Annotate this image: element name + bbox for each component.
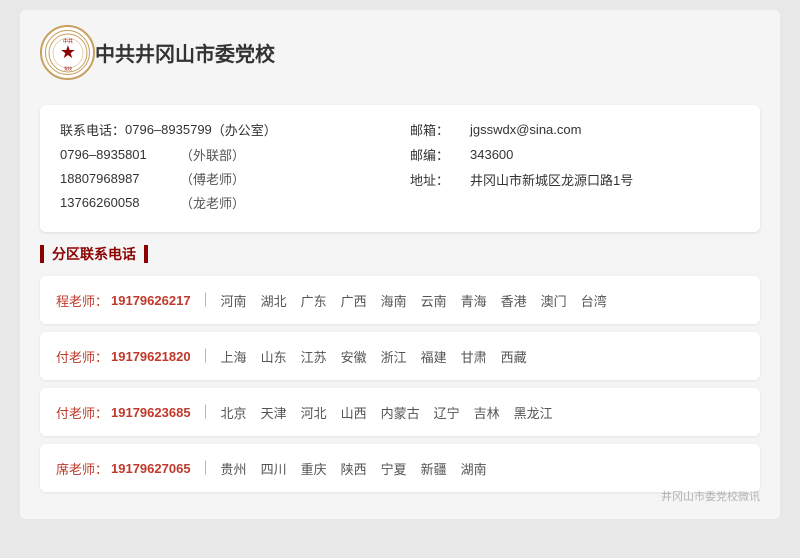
- watermark: 井冈山市委党校微讯: [661, 488, 760, 504]
- region-1-3: 安徽: [341, 347, 367, 366]
- email-row: 邮箱： jgsswdx@sina.com: [410, 120, 740, 139]
- region-2-1: 天津: [261, 403, 287, 422]
- teacher-phone-1: 19179621820: [111, 349, 191, 364]
- phone-0-number: 0796–8935799: [125, 122, 212, 137]
- region-1-7: 西藏: [501, 347, 527, 366]
- region-2-0: 北京: [221, 403, 247, 422]
- postcode-value: 343600: [470, 147, 513, 162]
- regions-0: 河南湖北广东广西海南云南青海香港澳门台湾: [221, 291, 607, 310]
- phone-1-number: 0796–8935801: [60, 147, 180, 162]
- region-2-3: 山西: [341, 403, 367, 422]
- teacher-card-1: 付老师：19179621820 ｜ 上海山东江苏安徽浙江福建甘肃西藏: [40, 332, 760, 380]
- phone-1-row: 0796–8935801 （外联部）: [60, 145, 390, 164]
- teacher-cards-container: 程老师：19179626217 ｜ 河南湖北广东广西海南云南青海香港澳门台湾付老师：…: [40, 276, 760, 492]
- phone-3-row: 13766260058 （龙老师）: [60, 193, 390, 212]
- phone-2-number: 18807968987: [60, 171, 180, 186]
- section-divider: 分区联系电话: [40, 244, 760, 264]
- phones-main-row: 联系电话： 0796–8935799 （办公室）: [60, 120, 390, 139]
- teacher-name-3: 席老师：: [56, 459, 108, 478]
- svg-text:党校: 党校: [64, 65, 72, 71]
- divider-bar-left: [40, 245, 44, 263]
- region-0-5: 云南: [421, 291, 447, 310]
- postcode-label: 邮编：: [410, 145, 470, 164]
- region-3-4: 宁夏: [381, 459, 407, 478]
- region-2-2: 河北: [301, 403, 327, 422]
- region-3-2: 重庆: [301, 459, 327, 478]
- region-3-5: 新疆: [421, 459, 447, 478]
- region-0-7: 香港: [501, 291, 527, 310]
- bottom-spacer: 井冈山市委党校微讯: [40, 500, 760, 504]
- region-2-6: 吉林: [474, 403, 500, 422]
- main-container: ★ 中共 党校 中共井冈山市委党校 联系电话： 0796–8935799 （办公…: [20, 10, 780, 519]
- region-2-7: 黑龙江: [514, 403, 553, 422]
- region-0-6: 青海: [461, 291, 487, 310]
- regions-2: 北京天津河北山西内蒙古辽宁吉林黑龙江: [221, 403, 553, 422]
- teacher-phone-0: 19179626217: [111, 293, 191, 308]
- teacher-name-0: 程老师：: [56, 291, 108, 310]
- teacher-name-1: 付老师：: [56, 347, 108, 366]
- teacher-phone-3: 19179627065: [111, 461, 191, 476]
- region-1-4: 浙江: [381, 347, 407, 366]
- teacher-card-2: 付老师：19179623685 ｜ 北京天津河北山西内蒙古辽宁吉林黑龙江: [40, 388, 760, 436]
- email-value: jgsswdx@sina.com: [470, 122, 581, 137]
- region-3-6: 湖南: [461, 459, 487, 478]
- region-1-6: 甘肃: [461, 347, 487, 366]
- phone-0-note: （办公室）: [212, 120, 277, 139]
- address-label: 地址：: [410, 170, 470, 189]
- region-1-5: 福建: [421, 347, 447, 366]
- info-right: 邮箱： jgsswdx@sina.com 邮编： 343600 地址： 井冈山市…: [410, 120, 740, 217]
- region-3-3: 陕西: [341, 459, 367, 478]
- phone-3-note: （龙老师）: [180, 193, 245, 212]
- logo: ★ 中共 党校: [40, 25, 95, 80]
- region-2-5: 辽宁: [434, 403, 460, 422]
- separator-3: ｜: [199, 458, 213, 478]
- region-2-4: 内蒙古: [381, 403, 420, 422]
- region-0-4: 海南: [381, 291, 407, 310]
- region-0-9: 台湾: [581, 291, 607, 310]
- phone-2-row: 18807968987 （傅老师）: [60, 169, 390, 188]
- logo-emblem: ★ 中共 党校: [47, 32, 89, 74]
- separator-2: ｜: [199, 402, 213, 422]
- region-1-2: 江苏: [301, 347, 327, 366]
- svg-text:★: ★: [59, 42, 75, 62]
- info-left: 联系电话： 0796–8935799 （办公室） 0796–8935801 （外…: [60, 120, 390, 217]
- phone-2-note: （傅老师）: [180, 169, 245, 188]
- phones-label: 联系电话：: [60, 120, 125, 139]
- region-1-0: 上海: [221, 347, 247, 366]
- phone-1-note: （外联部）: [180, 145, 245, 164]
- teacher-card-3: 席老师：19179627065 ｜ 贵州四川重庆陕西宁夏新疆湖南: [40, 444, 760, 492]
- phone-3-number: 13766260058: [60, 195, 180, 210]
- separator-1: ｜: [199, 346, 213, 366]
- section-title: 分区联系电话: [52, 244, 136, 264]
- region-0-2: 广东: [301, 291, 327, 310]
- teacher-name-2: 付老师：: [56, 403, 108, 422]
- region-3-0: 贵州: [221, 459, 247, 478]
- teacher-phone-2: 19179623685: [111, 405, 191, 420]
- email-label: 邮箱：: [410, 120, 470, 139]
- svg-text:中共: 中共: [62, 38, 72, 45]
- divider-bar-right: [144, 245, 148, 263]
- region-0-0: 河南: [221, 291, 247, 310]
- region-1-1: 山东: [261, 347, 287, 366]
- org-name: 中共井冈山市委党校: [95, 38, 275, 67]
- header-section: ★ 中共 党校 中共井冈山市委党校: [40, 25, 760, 90]
- region-3-1: 四川: [261, 459, 287, 478]
- teacher-card-0: 程老师：19179626217 ｜ 河南湖北广东广西海南云南青海香港澳门台湾: [40, 276, 760, 324]
- regions-1: 上海山东江苏安徽浙江福建甘肃西藏: [221, 347, 527, 366]
- region-0-8: 澳门: [541, 291, 567, 310]
- address-value: 井冈山市新城区龙源口路1号: [470, 170, 633, 189]
- postcode-row: 邮编： 343600: [410, 145, 740, 164]
- address-row: 地址： 井冈山市新城区龙源口路1号: [410, 170, 740, 189]
- logo-inner: ★ 中共 党校: [45, 30, 90, 75]
- region-0-3: 广西: [341, 291, 367, 310]
- regions-3: 贵州四川重庆陕西宁夏新疆湖南: [221, 459, 487, 478]
- info-section: 联系电话： 0796–8935799 （办公室） 0796–8935801 （外…: [40, 105, 760, 232]
- region-0-1: 湖北: [261, 291, 287, 310]
- separator-0: ｜: [199, 290, 213, 310]
